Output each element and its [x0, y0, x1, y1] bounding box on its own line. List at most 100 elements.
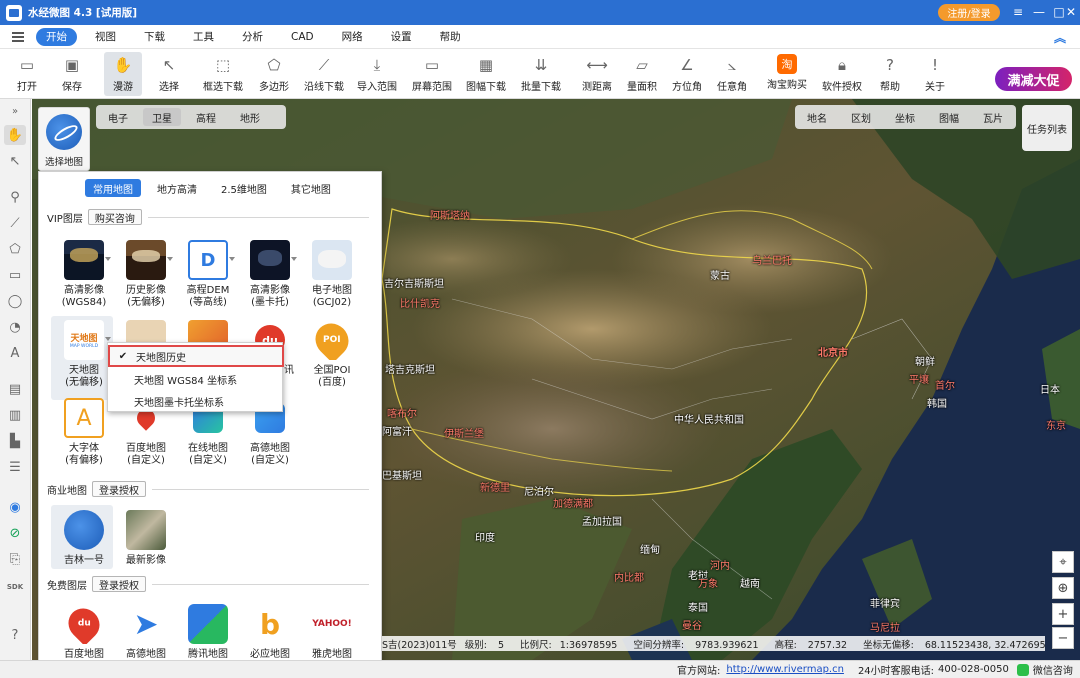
free-tile-amap[interactable]: ➤ 高德地图: [115, 604, 177, 661]
menu-network[interactable]: 网络: [332, 28, 373, 46]
select-button[interactable]: ↖ 选择: [153, 52, 185, 96]
buy-consult-button[interactable]: 购买咨询: [87, 209, 142, 225]
save-button[interactable]: ▣ 保存: [56, 52, 88, 96]
layer-tile-poi[interactable]: POI 全国POI (百度): [301, 320, 363, 389]
batch-download-button[interactable]: ⇊ 批量下载: [518, 52, 564, 96]
menu-download[interactable]: 下载: [134, 28, 175, 46]
measure-area-button[interactable]: ▱ 量面积: [623, 52, 661, 96]
layer-tile-electronic[interactable]: 电子地图 (GCJ02): [301, 240, 363, 309]
tab-2-5d[interactable]: 2.5维地图: [213, 179, 275, 197]
chip-coordinates[interactable]: 坐标: [886, 108, 924, 126]
license-button[interactable]: 🔒︎ 软件授权: [819, 52, 865, 96]
wechat-icon[interactable]: [1016, 663, 1029, 676]
menu-item-tianditu-mercator[interactable]: 天地图墨卡托坐标系: [108, 390, 284, 412]
select-map-button[interactable]: 选择地图: [38, 107, 90, 171]
menu-analysis[interactable]: 分析: [232, 28, 273, 46]
menu-cad[interactable]: CAD: [281, 28, 324, 46]
tab-common-maps[interactable]: 常用地图: [85, 179, 141, 197]
layer-tile-hd-mercator[interactable]: 高清影像 (墨卡托): [239, 240, 301, 309]
login-auth-button[interactable]: 登录授权: [92, 481, 146, 497]
hamburger-icon[interactable]: [12, 31, 24, 42]
chip-electronic[interactable]: 电子: [99, 108, 137, 126]
chip-elevation[interactable]: 高程: [187, 108, 225, 126]
expand-rail-icon[interactable]: »: [4, 101, 26, 121]
stack-icon[interactable]: ☰: [4, 457, 26, 477]
collapse-ribbon-icon[interactable]: ︽: [1054, 29, 1066, 46]
globe-icon[interactable]: ◉: [4, 497, 26, 517]
taobao-button[interactable]: 淘 淘宝购买: [764, 52, 810, 96]
zoom-in-icon[interactable]: +: [1052, 603, 1074, 625]
link-icon[interactable]: ⊘: [4, 523, 26, 543]
ruler-icon[interactable]: ▤: [4, 379, 26, 399]
menu-icon[interactable]: ≡: [1009, 3, 1027, 21]
menu-tools[interactable]: 工具: [183, 28, 224, 46]
chip-place-names[interactable]: 地名: [798, 108, 836, 126]
chip-satellite[interactable]: 卫星: [143, 108, 181, 126]
minimize-icon[interactable]: —: [1030, 3, 1048, 21]
chevron-down-icon[interactable]: [291, 257, 297, 261]
free-tile-yahoo[interactable]: YAHOO! 雅虎地图: [301, 604, 363, 661]
polyline-icon[interactable]: ⟋: [4, 213, 26, 233]
chevron-down-icon[interactable]: [105, 337, 111, 341]
text-icon[interactable]: A: [4, 343, 26, 363]
free-tile-bing[interactable]: b 必应地图: [239, 604, 301, 661]
layer-tile-dem[interactable]: D 高程DEM (等高线): [177, 240, 239, 309]
chevron-down-icon[interactable]: [167, 257, 173, 261]
open-button[interactable]: ▭ 打开: [12, 52, 42, 96]
about-button[interactable]: ! 关于: [919, 52, 951, 96]
import-range-button[interactable]: ⤓ 导入范围: [354, 52, 400, 96]
menu-item-tianditu-history[interactable]: ✔ 天地图历史: [108, 345, 284, 367]
chevron-down-icon[interactable]: [229, 257, 235, 261]
menu-item-tianditu-wgs84[interactable]: 天地图 WGS84 坐标系: [108, 368, 284, 390]
menu-start[interactable]: 开始: [36, 27, 77, 46]
free-tile-tencent[interactable]: 腾讯地图: [177, 604, 239, 661]
zoom-out-icon[interactable]: −: [1052, 627, 1074, 649]
help-icon[interactable]: ?: [4, 625, 26, 645]
close-icon[interactable]: ✕: [1062, 3, 1080, 21]
pin-icon[interactable]: ⚲: [4, 187, 26, 207]
layers-icon[interactable]: ▥: [4, 405, 26, 425]
screen-range-button[interactable]: ▭ 屏幕范围: [409, 52, 455, 96]
layer-tile-tianditu[interactable]: 天地图 MAP WORLD 天地图 (无偏移): [53, 320, 115, 389]
wechat-consult-link[interactable]: 微信咨询: [1033, 662, 1073, 677]
pan-button[interactable]: ✋ 漫游: [104, 52, 142, 96]
menu-settings[interactable]: 设置: [381, 28, 422, 46]
chip-tiles[interactable]: 瓦片: [974, 108, 1012, 126]
cursor-icon[interactable]: ↖: [4, 151, 26, 171]
layer-tile-history[interactable]: 历史影像 (无偏移): [115, 240, 177, 309]
chevron-down-icon[interactable]: [105, 257, 111, 261]
sector-icon[interactable]: ◔: [4, 317, 26, 337]
layer-tile-hd-wgs84[interactable]: 高清影像 (WGS84): [53, 240, 115, 309]
polygon-icon[interactable]: ⬠: [4, 239, 26, 259]
free-tile-baidu[interactable]: du 百度地图: [53, 604, 115, 661]
free-login-auth-button[interactable]: 登录授权: [92, 576, 146, 592]
promo-banner[interactable]: 满减大促: [995, 67, 1072, 91]
menu-help[interactable]: 帮助: [430, 28, 471, 46]
circle-icon[interactable]: ◯: [4, 291, 26, 311]
polygon-button[interactable]: ⬠ 多边形: [256, 52, 292, 96]
export-icon[interactable]: ⎘: [4, 549, 26, 569]
layer-tile-jilin1[interactable]: 吉林一号: [53, 510, 115, 567]
measure-distance-button[interactable]: ⟷ 测距离: [578, 52, 616, 96]
help-button[interactable]: ? 帮助: [874, 52, 906, 96]
menu-view[interactable]: 视图: [85, 28, 126, 46]
tab-local-hd[interactable]: 地方高清: [149, 179, 205, 197]
box-download-button[interactable]: ⬚ 框选下载: [200, 52, 246, 96]
compass-icon[interactable]: ⊕: [1052, 577, 1074, 599]
layer-tile-large-font[interactable]: A 大字体 (有偏移): [53, 398, 115, 467]
login-button[interactable]: 注册/登录: [938, 4, 1000, 21]
line-download-button[interactable]: ⟋ 沿线下载: [301, 52, 347, 96]
hand-icon[interactable]: ✋: [4, 125, 26, 145]
any-angle-button[interactable]: ⦣ 任意角: [713, 52, 751, 96]
tab-other-maps[interactable]: 其它地图: [283, 179, 339, 197]
sheet-download-button[interactable]: ▦ 图幅下载: [463, 52, 509, 96]
azimuth-button[interactable]: ∠ 方位角: [668, 52, 706, 96]
task-list-button[interactable]: 任务列表: [1022, 105, 1072, 151]
layer-tile-latest-imagery[interactable]: 最新影像: [115, 510, 177, 567]
chip-sheets[interactable]: 图幅: [930, 108, 968, 126]
sdk-icon[interactable]: SDK: [4, 577, 26, 597]
rectangle-icon[interactable]: ▭: [4, 265, 26, 285]
chip-terrain[interactable]: 地形: [231, 108, 269, 126]
chip-districts[interactable]: 区划: [842, 108, 880, 126]
locate-icon[interactable]: ⌖: [1052, 551, 1074, 573]
